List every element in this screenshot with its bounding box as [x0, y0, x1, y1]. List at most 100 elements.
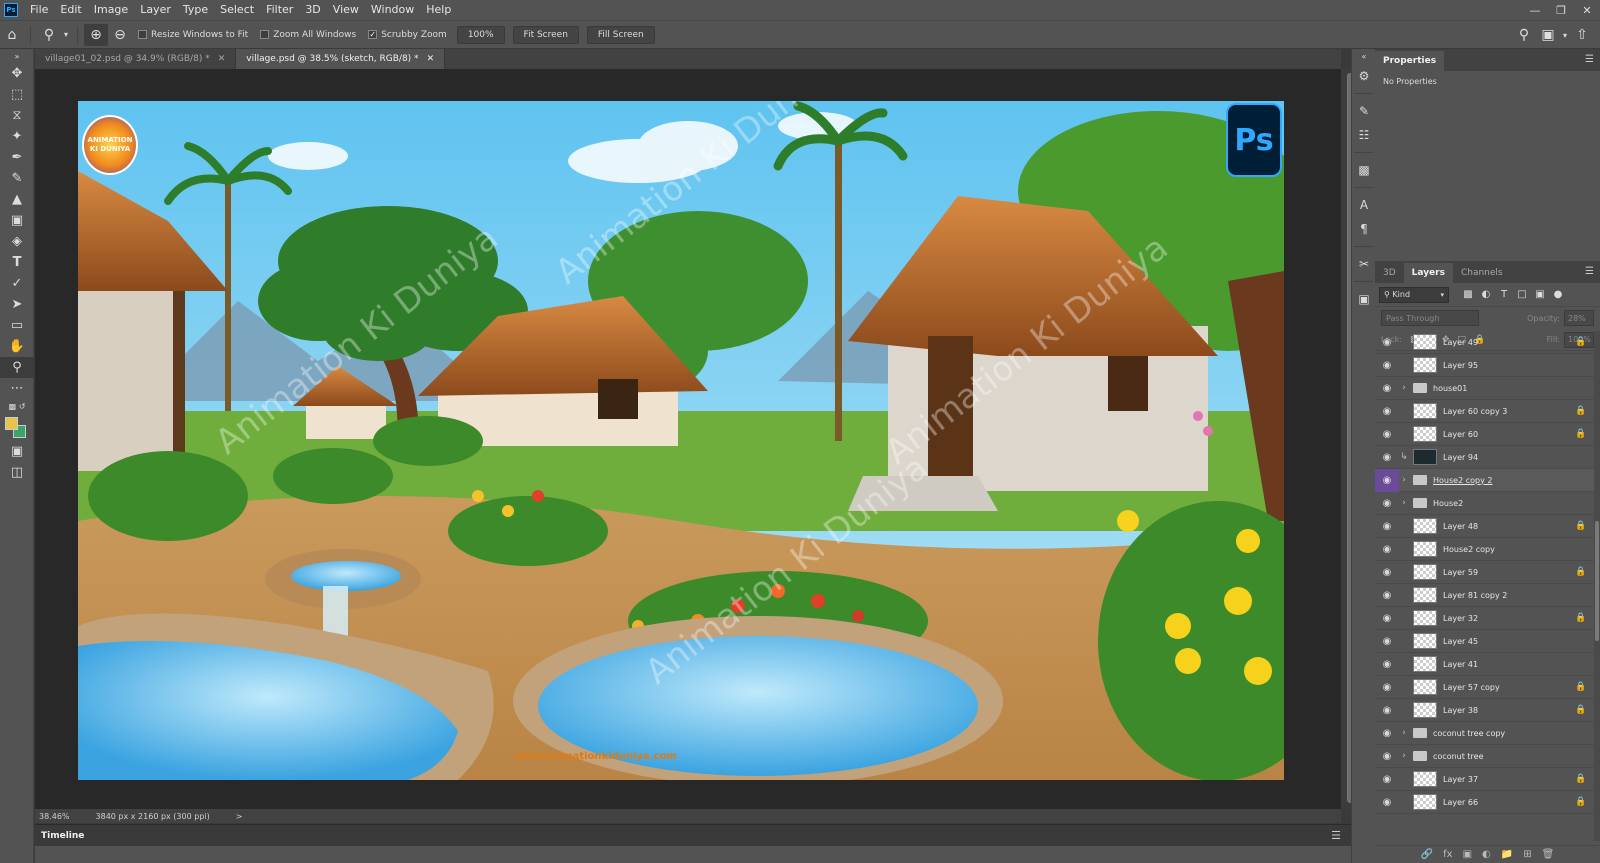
visibility-eye-icon[interactable]: ◉: [1375, 607, 1399, 630]
menu-file[interactable]: File: [24, 0, 54, 20]
layer-row[interactable]: ◉ › House2: [1375, 492, 1595, 515]
layer-row[interactable]: ◉ Layer 81 copy 2: [1375, 584, 1595, 607]
screen-mode-icon[interactable]: ◫: [0, 462, 34, 483]
libraries-icon[interactable]: ▣: [1352, 288, 1376, 310]
visibility-eye-icon[interactable]: ◉: [1375, 745, 1399, 768]
fill-screen-button[interactable]: Fill Screen: [586, 25, 655, 44]
history-icon[interactable]: ⚙: [1352, 65, 1376, 87]
quick-select-tool-icon[interactable]: ✦: [0, 126, 34, 147]
minimize-icon[interactable]: —: [1522, 0, 1548, 20]
visibility-eye-icon[interactable]: ◉: [1375, 423, 1399, 446]
shape-filter-icon[interactable]: □: [1513, 287, 1531, 303]
layer-name[interactable]: Layer 95: [1443, 361, 1573, 370]
paragraph-icon[interactable]: ¶: [1352, 218, 1376, 240]
layer-row[interactable]: ◉ Layer 60 🔒: [1375, 423, 1595, 446]
kind-filter-select[interactable]: ⚲ Kind ▾: [1379, 286, 1449, 303]
zoom-readout[interactable]: 38.46%: [39, 812, 70, 821]
visibility-eye-icon[interactable]: ◉: [1375, 354, 1399, 377]
new-layer-icon[interactable]: ⊞: [1523, 849, 1531, 860]
close-icon[interactable]: ✕: [1574, 0, 1600, 20]
layer-row[interactable]: ◉ Layer 49 🔒: [1375, 331, 1595, 354]
layer-row[interactable]: ◉ › House2 copy 2: [1375, 468, 1595, 492]
adjustments-icon[interactable]: ☷: [1352, 124, 1376, 146]
tab-layers[interactable]: Layers: [1403, 263, 1453, 283]
visibility-eye-icon[interactable]: ◉: [1375, 722, 1399, 745]
layer-row[interactable]: ◉ › coconut tree copy: [1375, 722, 1595, 745]
menu-type[interactable]: Type: [177, 0, 214, 20]
link-layers-icon[interactable]: 🔗: [1421, 849, 1433, 860]
layer-name[interactable]: Layer 41: [1443, 660, 1573, 669]
type-filter-icon[interactable]: T: [1495, 287, 1513, 303]
eraser-tool-icon[interactable]: ▣: [0, 210, 34, 231]
layers-scrollbar[interactable]: [1594, 331, 1600, 841]
menu-help[interactable]: Help: [420, 0, 457, 20]
zoom-tool-preset-icon[interactable]: ⚲: [37, 24, 61, 46]
visibility-eye-icon[interactable]: ◉: [1375, 630, 1399, 653]
scrollbar-thumb[interactable]: [1595, 521, 1599, 641]
layer-row[interactable]: ◉ Layer 38 🔒: [1375, 699, 1595, 722]
menu-layer[interactable]: Layer: [134, 0, 177, 20]
layer-name[interactable]: Layer 48: [1443, 522, 1573, 531]
visibility-eye-icon[interactable]: ◉: [1375, 676, 1399, 699]
menu-view[interactable]: View: [327, 0, 365, 20]
tab-channels[interactable]: Channels: [1453, 263, 1511, 283]
chevron-right-icon[interactable]: ›: [1399, 751, 1409, 761]
chevron-right-icon[interactable]: ›: [1399, 728, 1409, 738]
layer-row[interactable]: ◉ Layer 32 🔒: [1375, 607, 1595, 630]
stamp-tool-icon[interactable]: ▲: [0, 189, 34, 210]
shape-tool-icon[interactable]: ▭: [0, 315, 34, 336]
tab-3d[interactable]: 3D: [1375, 263, 1404, 283]
layer-row[interactable]: ◉ House2 copy: [1375, 538, 1595, 561]
tab-village[interactable]: village.psd @ 38.5% (sketch, RGB/8) * ✕: [236, 49, 446, 69]
layer-style-icon[interactable]: fx: [1443, 849, 1452, 860]
foreground-color-swatch[interactable]: [5, 417, 18, 430]
new-group-icon[interactable]: 📁: [1501, 849, 1513, 860]
visibility-eye-icon[interactable]: ◉: [1375, 400, 1399, 423]
tool-presets-icon[interactable]: ✂: [1352, 253, 1376, 275]
smart-object-filter-icon[interactable]: ▣: [1531, 287, 1549, 303]
layer-name[interactable]: House2 copy 2: [1433, 476, 1573, 485]
visibility-eye-icon[interactable]: ◉: [1375, 468, 1399, 492]
default-colors-icon[interactable]: ▩ ↺: [0, 399, 34, 413]
timeline-tab[interactable]: Timeline: [35, 831, 90, 841]
chevron-right-icon[interactable]: ›: [1399, 475, 1409, 485]
menu-image[interactable]: Image: [88, 0, 134, 20]
share-icon[interactable]: ⇧: [1570, 24, 1594, 46]
layer-row[interactable]: ◉ ↳ Layer 94: [1375, 446, 1595, 469]
layer-row[interactable]: ◉ Layer 66 🔒: [1375, 791, 1595, 814]
canvas-scrollbar[interactable]: [1341, 69, 1353, 809]
layer-name[interactable]: Layer 45: [1443, 637, 1573, 646]
photoshop-logo-icon[interactable]: Ps: [4, 3, 18, 17]
scrubby-zoom-checkbox[interactable]: ✓ Scrubby Zoom: [368, 30, 447, 40]
visibility-eye-icon[interactable]: ◉: [1375, 699, 1399, 722]
filter-toggle-icon[interactable]: ●: [1549, 287, 1567, 303]
checkbox-box[interactable]: [138, 30, 147, 39]
menu-3d[interactable]: 3D: [299, 0, 326, 20]
move-tool-icon[interactable]: ✥: [0, 63, 34, 84]
checkbox-box[interactable]: [260, 30, 270, 39]
marquee-tool-icon[interactable]: ⬚: [0, 84, 34, 105]
more-tools-icon[interactable]: ⋯: [0, 378, 34, 399]
type-tool-icon[interactable]: T: [0, 252, 34, 273]
layer-name[interactable]: House2: [1433, 499, 1573, 508]
character-icon[interactable]: A: [1352, 194, 1376, 216]
chevron-down-icon[interactable]: ▾: [61, 24, 71, 46]
visibility-eye-icon[interactable]: ◉: [1375, 653, 1399, 676]
adjustment-layer-icon[interactable]: ◐: [1482, 849, 1491, 860]
chevron-right-icon[interactable]: ›: [1399, 498, 1409, 508]
visibility-eye-icon[interactable]: ◉: [1375, 492, 1399, 515]
layer-row[interactable]: ◉ › house01: [1375, 377, 1595, 400]
layer-name[interactable]: coconut tree copy: [1433, 729, 1573, 738]
visibility-eye-icon[interactable]: ◉: [1375, 584, 1399, 607]
delete-layer-icon[interactable]: 🗑: [1542, 849, 1555, 860]
layer-name[interactable]: Layer 66: [1443, 798, 1573, 807]
layer-name[interactable]: Layer 49: [1443, 338, 1573, 347]
brush-tool-icon[interactable]: ✎: [0, 168, 34, 189]
zoom-in-icon[interactable]: ⊕: [84, 23, 108, 46]
collapse-icon[interactable]: »: [0, 49, 34, 63]
workspace-icon[interactable]: ▣: [1536, 24, 1560, 46]
checkbox-checked[interactable]: ✓: [368, 30, 378, 39]
adjustment-filter-icon[interactable]: ◐: [1477, 287, 1495, 303]
layer-row[interactable]: ◉ Layer 60 copy 3 🔒: [1375, 400, 1595, 423]
tab-properties[interactable]: Properties: [1375, 51, 1445, 71]
